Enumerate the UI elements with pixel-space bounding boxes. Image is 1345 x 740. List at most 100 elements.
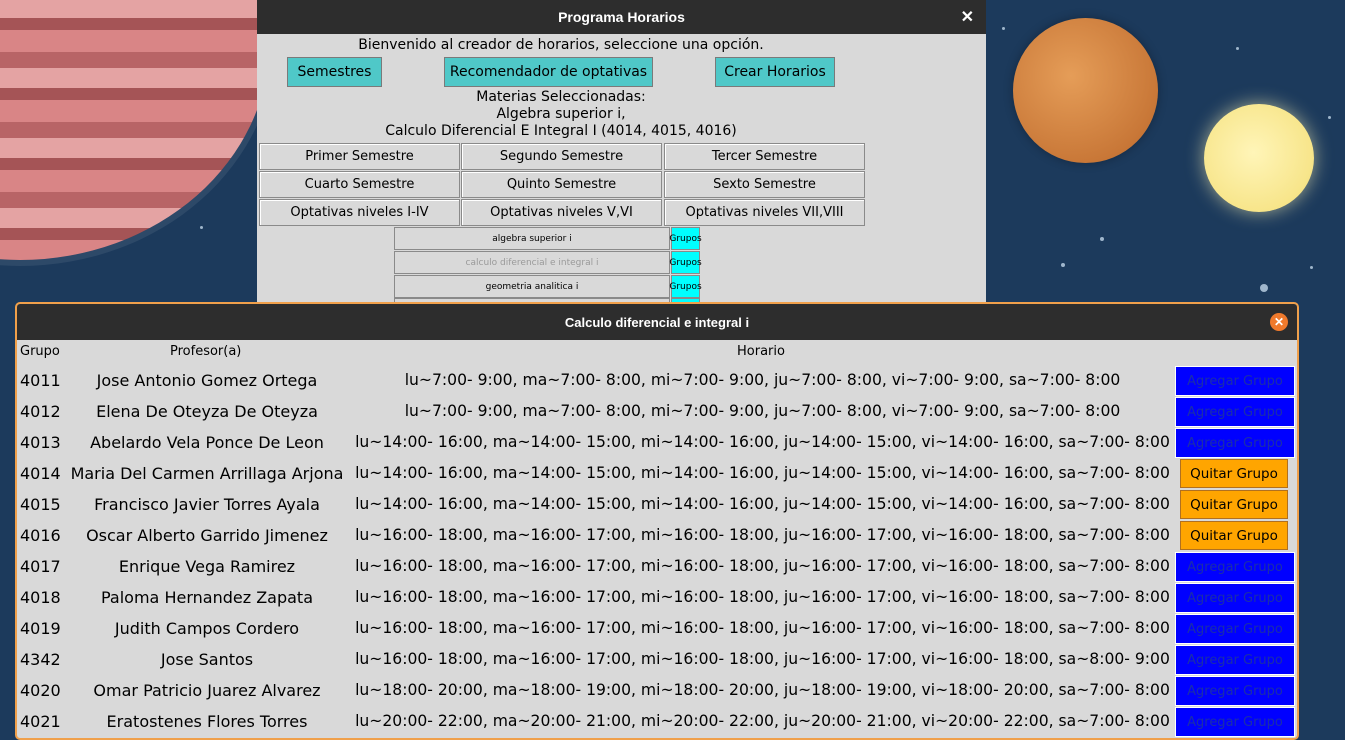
welcome-text: Bienvenido al creador de horarios, selec… bbox=[358, 37, 764, 53]
star bbox=[1328, 116, 1331, 119]
table-row: 4021 Eratostenes Flores Torres lu~20:00- 2… bbox=[17, 705, 1297, 737]
professor-name: Elena De Oteyza De Oteyza bbox=[96, 402, 318, 421]
selected-title: Materias Seleccionadas: bbox=[476, 89, 646, 105]
close-icon[interactable]: ✕ bbox=[1270, 313, 1288, 331]
semester-button[interactable]: Optativas niveles V,VI bbox=[461, 199, 662, 226]
group-number: 4019 bbox=[20, 619, 61, 638]
course-button[interactable]: algebra superior i bbox=[394, 227, 670, 250]
star bbox=[200, 226, 203, 229]
professor-name: Jose Antonio Gomez Ortega bbox=[96, 371, 318, 390]
group-number: 4020 bbox=[20, 681, 61, 700]
header-grupo: Grupo bbox=[20, 344, 60, 359]
agregar-grupo-button[interactable]: Agregar Grupo bbox=[1175, 583, 1295, 613]
group-number: 4011 bbox=[20, 371, 61, 390]
selected-item: Algebra superior i, bbox=[496, 106, 626, 122]
star bbox=[1061, 263, 1065, 267]
professor-name: Eratostenes Flores Torres bbox=[106, 712, 308, 731]
dialog-title: Calculo diferencial e integral i bbox=[564, 314, 750, 330]
group-number: 4013 bbox=[20, 433, 61, 452]
star bbox=[1236, 47, 1239, 50]
agregar-grupo-button[interactable]: Agregar Grupo bbox=[1175, 645, 1295, 675]
professor-name: Oscar Alberto Garrido Jimenez bbox=[86, 526, 328, 545]
grupos-button[interactable]: Grupos bbox=[669, 227, 702, 250]
star bbox=[1100, 237, 1104, 241]
agregar-grupo-button[interactable]: Agregar Grupo bbox=[1175, 428, 1295, 458]
schedule: lu~16:00- 18:00, ma~16:00- 17:00, mi~16:… bbox=[355, 650, 1170, 668]
agregar-grupo-button[interactable]: Agregar Grupo bbox=[1175, 707, 1295, 737]
schedule: lu~16:00- 18:00, ma~16:00- 17:00, mi~16:… bbox=[355, 588, 1170, 606]
professor-name: Francisco Javier Torres Ayala bbox=[94, 495, 320, 514]
schedule: lu~7:00- 9:00, ma~7:00- 8:00, mi~7:00- 9… bbox=[404, 402, 1121, 420]
semester-button[interactable]: Segundo Semestre bbox=[461, 143, 662, 170]
schedule: lu~7:00- 9:00, ma~7:00- 8:00, mi~7:00- 9… bbox=[404, 371, 1121, 389]
header-horario: Horario bbox=[737, 344, 785, 359]
schedule: lu~14:00- 16:00, ma~14:00- 15:00, mi~14:… bbox=[355, 464, 1170, 482]
quitar-grupo-button[interactable]: Quitar Grupo bbox=[1180, 490, 1288, 519]
table-row: 4015 Francisco Javier Torres Ayala lu~14:0… bbox=[17, 488, 1297, 519]
table-row: 4011 Jose Antonio Gomez Ortega lu~7:00- 9:… bbox=[17, 364, 1297, 396]
quitar-grupo-button[interactable]: Quitar Grupo bbox=[1180, 521, 1288, 550]
agregar-grupo-button[interactable]: Agregar Grupo bbox=[1175, 397, 1295, 427]
selected-item: Calculo Diferencial E Integral I (4014, … bbox=[385, 123, 737, 139]
semester-button[interactable]: Optativas niveles I-IV bbox=[259, 199, 460, 226]
main-window-title: Programa Horarios bbox=[558, 9, 685, 25]
professor-name: Enrique Vega Ramirez bbox=[118, 557, 296, 576]
quitar-grupo-button[interactable]: Quitar Grupo bbox=[1180, 459, 1288, 488]
schedule: lu~16:00- 18:00, ma~16:00- 17:00, mi~16:… bbox=[355, 557, 1170, 575]
semester-button[interactable]: Tercer Semestre bbox=[664, 143, 865, 170]
close-icon[interactable]: ✕ bbox=[961, 7, 974, 27]
table-row: 4014 Maria Del Carmen Arrillaga Arjona lu~… bbox=[17, 457, 1297, 488]
agregar-grupo-button[interactable]: Agregar Grupo bbox=[1175, 366, 1295, 396]
professor-name: Jose Santos bbox=[160, 650, 254, 669]
schedule: lu~16:00- 18:00, ma~16:00- 17:00, mi~16:… bbox=[355, 619, 1170, 637]
table-row: 4016 Oscar Alberto Garrido Jimenez lu~16:0… bbox=[17, 519, 1297, 550]
semestres-button[interactable]: Semestres bbox=[287, 57, 382, 87]
course-button[interactable]: geometria analitica i bbox=[394, 275, 670, 298]
schedule: lu~16:00- 18:00, ma~16:00- 17:00, mi~16:… bbox=[355, 526, 1170, 544]
table-row: 4017 Enrique Vega Ramirez lu~16:00- 18:00,… bbox=[17, 550, 1297, 582]
table-row: 4020 Omar Patricio Juarez Alvarez lu~18:00… bbox=[17, 674, 1297, 706]
selected-courses: Materias Seleccionadas: Algebra superior… bbox=[257, 89, 865, 140]
professor-name: Omar Patricio Juarez Alvarez bbox=[93, 681, 321, 700]
agregar-grupo-button[interactable]: Agregar Grupo bbox=[1175, 614, 1295, 644]
star bbox=[1002, 27, 1005, 30]
crear-horarios-button[interactable]: Crear Horarios bbox=[715, 57, 835, 87]
semester-button[interactable]: Primer Semestre bbox=[259, 143, 460, 170]
group-number: 4015 bbox=[20, 495, 61, 514]
star bbox=[1310, 266, 1313, 269]
grupos-button[interactable]: Grupos bbox=[669, 275, 702, 298]
schedule: lu~14:00- 16:00, ma~14:00- 15:00, mi~14:… bbox=[355, 433, 1170, 451]
header-profesor: Profesor(a) bbox=[170, 344, 242, 359]
group-number: 4018 bbox=[20, 588, 61, 607]
group-number: 4016 bbox=[20, 526, 61, 545]
planet-yellow bbox=[1204, 104, 1314, 212]
table-row: 4019 Judith Campos Cordero lu~16:00- 18:00… bbox=[17, 612, 1297, 644]
professor-name: Paloma Hernandez Zapata bbox=[101, 588, 313, 607]
table-row: 4018 Paloma Hernandez Zapata lu~16:00- 18:… bbox=[17, 581, 1297, 613]
professor-name: Judith Campos Cordero bbox=[114, 619, 300, 638]
course-button[interactable]: calculo diferencial e integral i bbox=[394, 251, 670, 274]
schedule: lu~14:00- 16:00, ma~14:00- 15:00, mi~14:… bbox=[355, 495, 1170, 513]
group-number: 4012 bbox=[20, 402, 61, 421]
group-number: 4021 bbox=[20, 712, 61, 731]
semester-button[interactable]: Quinto Semestre bbox=[461, 171, 662, 198]
grupos-button[interactable]: Grupos bbox=[669, 251, 702, 274]
semester-button[interactable]: Sexto Semestre bbox=[664, 171, 865, 198]
agregar-grupo-button[interactable]: Agregar Grupo bbox=[1175, 676, 1295, 706]
dialog-titlebar[interactable]: Calculo diferencial e integral i ✕ bbox=[17, 304, 1297, 340]
semester-button[interactable]: Cuarto Semestre bbox=[259, 171, 460, 198]
groups-dialog: Calculo diferencial e integral i ✕ Grupo… bbox=[15, 302, 1299, 740]
main-window: Programa Horarios ✕ Bienvenido al creado… bbox=[257, 0, 986, 304]
group-number: 4342 bbox=[20, 650, 61, 669]
main-window-titlebar[interactable]: Programa Horarios ✕ bbox=[257, 0, 986, 34]
group-number: 4017 bbox=[20, 557, 61, 576]
agregar-grupo-button[interactable]: Agregar Grupo bbox=[1175, 552, 1295, 582]
planet-jupiter bbox=[0, 0, 270, 260]
recomendador-button[interactable]: Recomendador de optativas bbox=[444, 57, 653, 87]
semester-button[interactable]: Optativas niveles VII,VIII bbox=[664, 199, 865, 226]
table-row: 4012 Elena De Oteyza De Oteyza lu~7:00- 9:… bbox=[17, 395, 1297, 427]
professor-name: Maria Del Carmen Arrillaga Arjona bbox=[70, 464, 344, 483]
table-row: 4342 Jose Santos lu~16:00- 18:00, ma~16:00… bbox=[17, 643, 1297, 675]
schedule: lu~20:00- 22:00, ma~20:00- 21:00, mi~20:… bbox=[355, 712, 1170, 730]
professor-name: Abelardo Vela Ponce De Leon bbox=[90, 433, 324, 452]
